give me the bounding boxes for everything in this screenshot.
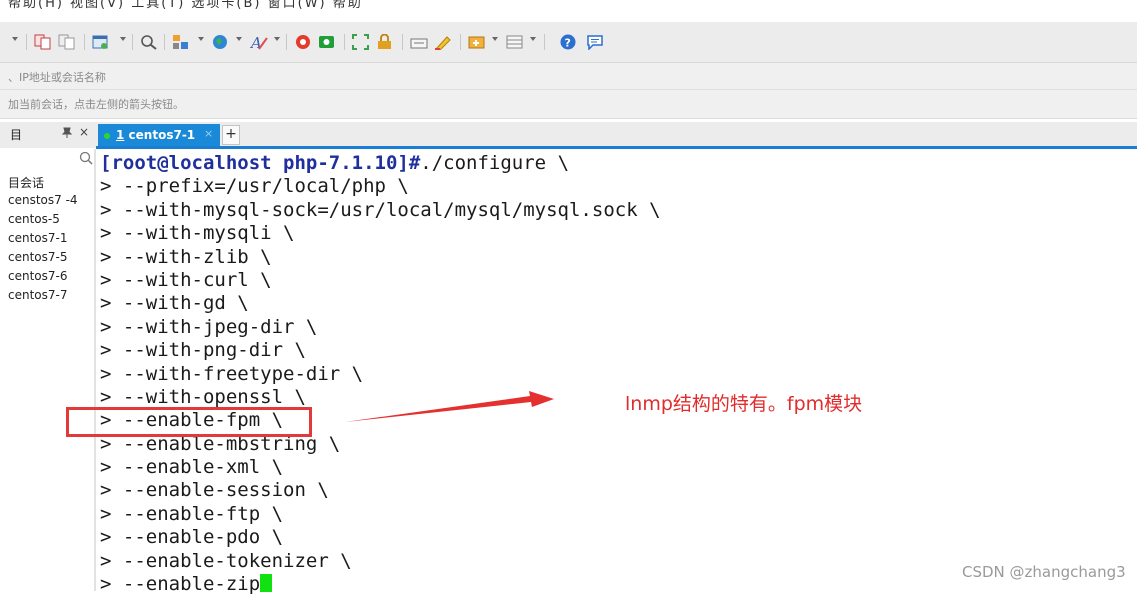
- pin-icon[interactable]: [62, 127, 72, 139]
- session-item[interactable]: centos7-1: [8, 231, 67, 245]
- tab-label[interactable]: 1 centos7-1: [116, 128, 195, 142]
- properties-icon[interactable]: [92, 34, 110, 50]
- session-item[interactable]: centos7-7: [8, 288, 67, 302]
- compose-caret[interactable]: [492, 37, 498, 41]
- sessions-pane-title: 目: [10, 128, 23, 142]
- highlight-box: [66, 407, 312, 437]
- session-item[interactable]: 目会话: [8, 174, 44, 191]
- terminal-line: > --enable-xml \: [100, 456, 284, 479]
- terminal-line: > --enable-session \: [100, 479, 329, 502]
- hint-bar: 加当前会话，点击左侧的箭头按钮。: [0, 90, 1137, 119]
- svg-text:?: ?: [565, 37, 571, 50]
- terminal-line: > --with-gd \: [100, 292, 249, 315]
- terminal[interactable]: [root@localhost php-7.1.10]#./configure …: [100, 152, 980, 596]
- toolbar: A ?: [0, 22, 1137, 63]
- search-icon[interactable]: [79, 151, 93, 165]
- close-icon[interactable]: ×: [79, 125, 89, 139]
- shell-prompt: [root@localhost php-7.1.10]#: [100, 152, 421, 174]
- terminal-last-line: > --enable-zip: [100, 573, 980, 596]
- help-icon[interactable]: ?: [560, 34, 578, 50]
- annotation-text: lnmp结构的特有。fpm模块: [625, 393, 863, 415]
- address-bar[interactable]: 、IP地址或会话名称: [0, 63, 1137, 90]
- dropdown-caret[interactable]: [12, 37, 18, 41]
- terminal-line: > --with-zlib \: [100, 245, 272, 268]
- tab-underline: [96, 146, 1137, 149]
- watermark: CSDN @zhangchang3: [962, 563, 1126, 581]
- connected-status-icon: [104, 133, 110, 139]
- compose-icon[interactable]: [468, 34, 486, 50]
- layout-caret[interactable]: [530, 37, 536, 41]
- terminal-line: > --enable-ftp \: [100, 502, 284, 525]
- command-text: ./configure \: [420, 152, 570, 174]
- terminal-line: > --enable-pdo \: [100, 526, 284, 549]
- layout-icon[interactable]: [506, 34, 524, 50]
- find-icon[interactable]: [140, 34, 158, 50]
- pane-divider[interactable]: [94, 149, 96, 591]
- terminal-line: > --with-jpeg-dir \: [100, 315, 318, 338]
- sftp-icon[interactable]: [172, 34, 190, 50]
- terminal-line: > --with-mysqli \: [100, 222, 295, 245]
- globe-icon[interactable]: [212, 34, 230, 50]
- add-tab-button[interactable]: +: [222, 125, 240, 145]
- session-item[interactable]: centos-5: [8, 212, 60, 226]
- font-caret[interactable]: [274, 37, 280, 41]
- session-item[interactable]: centos7-5: [8, 250, 67, 264]
- terminal-line: > --with-png-dir \: [100, 339, 306, 362]
- hint-text: 加当前会话，点击左侧的箭头按钮。: [8, 98, 184, 111]
- title-text: 帮助(H) 视图(V) 工具(T) 选项卡(B) 窗口(W) 帮助: [8, 0, 363, 11]
- copy-icon[interactable]: [34, 34, 52, 50]
- address-placeholder: 、IP地址或会话名称: [8, 71, 106, 84]
- font-icon[interactable]: A: [250, 34, 268, 50]
- paste-icon[interactable]: [58, 34, 76, 50]
- terminal-line: > --with-freetype-dir \: [100, 362, 364, 385]
- annotation-arrow: [345, 391, 554, 422]
- session-item[interactable]: censtos7 -4: [8, 193, 78, 207]
- terminal-cursor: [260, 574, 273, 593]
- terminal-line: > --with-mysql-sock=/usr/local/mysql/mys…: [100, 198, 661, 221]
- fullscreen-icon[interactable]: [352, 34, 370, 50]
- xagent-icon[interactable]: [294, 34, 312, 50]
- title-bar: 帮助(H) 视图(V) 工具(T) 选项卡(B) 窗口(W) 帮助: [0, 0, 1137, 22]
- current-input: > --enable-zip: [100, 573, 261, 596]
- xftp-icon[interactable]: [318, 34, 336, 50]
- tab-close-icon[interactable]: ×: [204, 127, 213, 140]
- keyboard-icon[interactable]: [410, 34, 428, 50]
- session-item[interactable]: centos7-6: [8, 269, 67, 283]
- sftp-caret[interactable]: [198, 37, 204, 41]
- terminal-line: > --enable-tokenizer \: [100, 549, 352, 572]
- chat-icon[interactable]: [586, 34, 604, 50]
- terminal-line: > --prefix=/usr/local/php \: [100, 175, 409, 198]
- highlight-icon[interactable]: [434, 34, 452, 50]
- globe-caret[interactable]: [236, 37, 242, 41]
- lock-icon[interactable]: [376, 34, 394, 50]
- terminal-prompt-line: [root@localhost php-7.1.10]#./configure …: [100, 152, 980, 175]
- properties-caret[interactable]: [120, 37, 126, 41]
- terminal-line: > --with-curl \: [100, 268, 272, 291]
